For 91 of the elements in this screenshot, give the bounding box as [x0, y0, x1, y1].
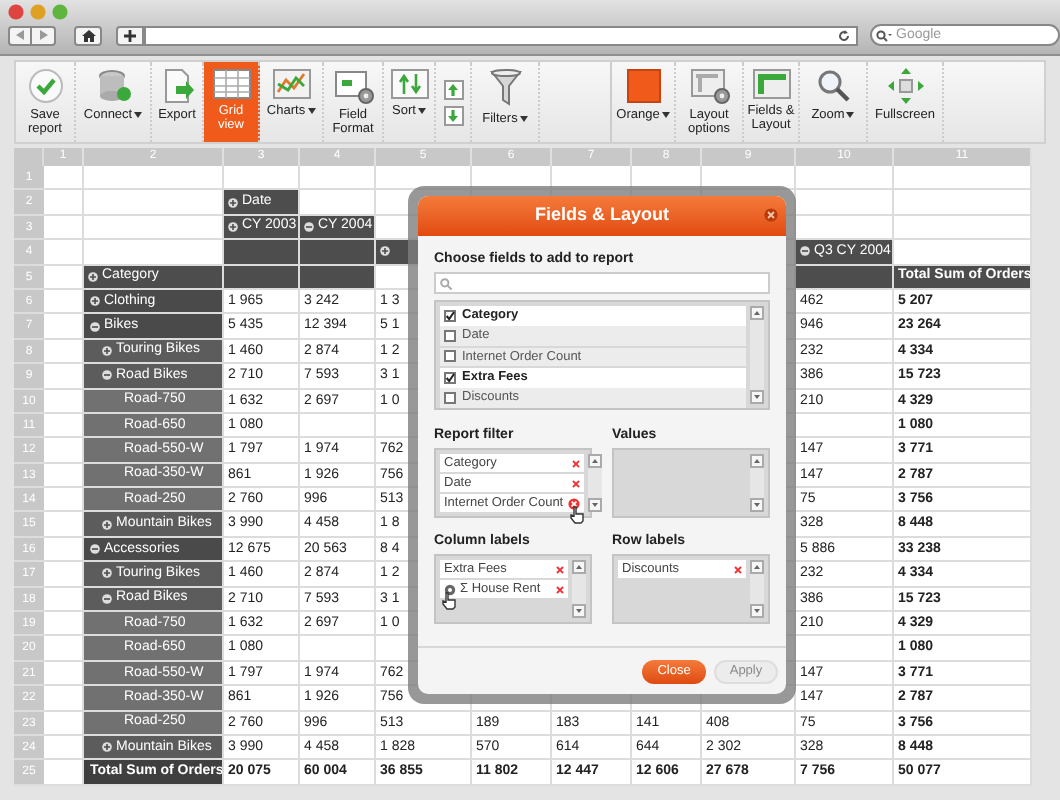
- layout-gear-icon: [689, 68, 729, 104]
- search-field[interactable]: [434, 272, 770, 294]
- home-button[interactable]: [74, 25, 102, 45]
- hand-cursor-icon: [442, 592, 456, 610]
- remove-icon[interactable]: [571, 479, 580, 487]
- table-cell: [44, 190, 84, 216]
- collapse-icon[interactable]: [102, 593, 112, 604]
- table-cell: [300, 413, 376, 439]
- back-button[interactable]: [8, 25, 32, 45]
- color-swatch-icon: [625, 68, 661, 104]
- expand-icon[interactable]: [228, 197, 238, 208]
- table-cell: [44, 760, 84, 786]
- plus-icon: [124, 29, 136, 41]
- collapse-icon[interactable]: [90, 321, 100, 332]
- search-icon: [876, 29, 892, 41]
- fullscreen-icon: [887, 68, 923, 104]
- remove-icon[interactable]: [734, 565, 742, 573]
- checkbox[interactable]: [444, 371, 456, 384]
- line-chart-icon: [271, 68, 311, 100]
- new-tab-button[interactable]: [116, 25, 144, 45]
- remove-icon[interactable]: [556, 565, 564, 573]
- database-icon: [95, 68, 131, 104]
- remove-icon[interactable]: [571, 459, 580, 467]
- table-cell: [44, 240, 84, 266]
- checkbox[interactable]: [444, 391, 456, 404]
- checkbox[interactable]: [444, 309, 456, 322]
- expand-icon[interactable]: [90, 296, 100, 307]
- table-cell: [300, 166, 376, 191]
- table-cell: [796, 190, 894, 216]
- forward-button[interactable]: [32, 25, 56, 45]
- table-cell: [894, 190, 1032, 216]
- remove-icon[interactable]: [556, 585, 564, 593]
- sort-ascending-button[interactable]: [443, 79, 463, 99]
- caret-icon: [307, 108, 316, 114]
- magnifier-icon: [815, 68, 851, 104]
- collapse-icon[interactable]: [102, 370, 112, 381]
- address-field[interactable]: [144, 25, 858, 45]
- forward-arrow-icon: [39, 30, 47, 40]
- scrollbar[interactable]: [750, 560, 764, 618]
- expand-icon[interactable]: [102, 742, 112, 753]
- expand-icon[interactable]: [102, 568, 112, 579]
- checkmark-circle-icon: [27, 68, 63, 104]
- table-gear-icon: [333, 68, 373, 104]
- table-cell: [796, 636, 894, 662]
- up-arrow-icon: [448, 83, 458, 95]
- reload-icon[interactable]: [838, 29, 850, 41]
- collapse-icon[interactable]: [800, 246, 810, 257]
- caret-icon: [846, 112, 855, 118]
- layout-panel-icon: [751, 68, 791, 100]
- expand-icon[interactable]: [228, 221, 238, 232]
- table-cell: [894, 166, 1032, 191]
- table-cell: [84, 166, 224, 191]
- caret-icon: [134, 112, 143, 118]
- close-window-button[interactable]: [8, 4, 24, 20]
- home-icon: [81, 29, 95, 41]
- table-cell: [44, 215, 84, 241]
- expand-icon[interactable]: [102, 519, 112, 530]
- expand-icon[interactable]: [102, 345, 112, 356]
- gear-icon[interactable]: [444, 583, 456, 595]
- scrollbar[interactable]: [572, 560, 586, 618]
- document-arrow-icon: [159, 68, 195, 104]
- back-arrow-icon: [16, 30, 24, 40]
- caret-icon: [417, 108, 426, 114]
- table-cell: [44, 166, 84, 191]
- checkbox[interactable]: [444, 330, 456, 343]
- collapse-icon[interactable]: [304, 221, 314, 232]
- dialog-title: Fields & Layout: [534, 202, 669, 229]
- table-cell: [796, 166, 894, 191]
- search-icon: [440, 277, 452, 289]
- expand-icon[interactable]: [88, 271, 98, 282]
- scrollbar[interactable]: [750, 454, 764, 512]
- caret-icon: [519, 116, 528, 122]
- header-cell: [300, 265, 376, 290]
- funnel-icon: [489, 68, 521, 108]
- corner-cell: [14, 148, 44, 166]
- table-icon: [211, 68, 251, 100]
- scrollbar[interactable]: [587, 454, 602, 512]
- down-arrow-icon: [448, 109, 458, 121]
- table-cell: [300, 636, 376, 662]
- sort-descending-button[interactable]: [443, 105, 463, 125]
- table-cell: [796, 413, 894, 439]
- hand-cursor-icon: [570, 506, 584, 524]
- scrollbar[interactable]: [750, 306, 764, 404]
- table-cell: [894, 215, 1032, 241]
- close-icon[interactable]: [764, 208, 778, 222]
- collapse-icon[interactable]: [90, 544, 100, 555]
- sort-arrows-icon: [389, 68, 429, 100]
- table-cell: [376, 166, 472, 191]
- checkbox[interactable]: [444, 350, 456, 363]
- expand-icon[interactable]: [380, 246, 390, 257]
- caret-icon: [661, 112, 670, 118]
